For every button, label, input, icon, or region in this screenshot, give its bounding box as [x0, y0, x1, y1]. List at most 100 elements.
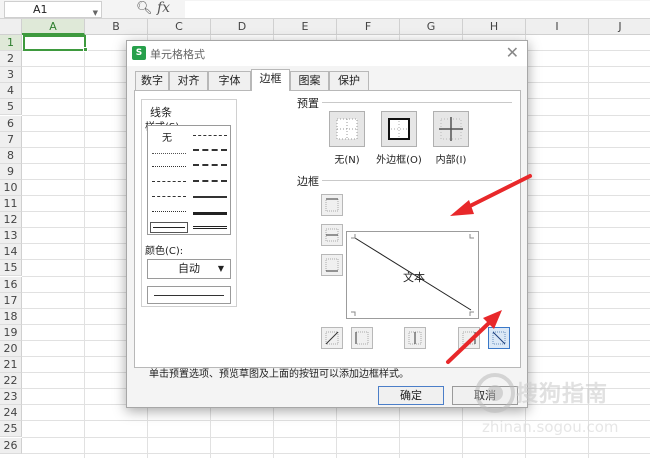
- border-top-button[interactable]: [321, 194, 343, 216]
- line-group: 线条 样式(S): 无 颜色(C):: [141, 99, 237, 307]
- row-header-21[interactable]: 21: [0, 357, 22, 374]
- border-diagonal-down-button[interactable]: [488, 327, 510, 349]
- line-style-option[interactable]: [152, 211, 186, 212]
- line-preview: [147, 286, 231, 304]
- row-header-12[interactable]: 12: [0, 212, 22, 229]
- column-header-i[interactable]: I: [526, 19, 589, 35]
- formula-input[interactable]: [185, 1, 650, 18]
- line-style-option[interactable]: [152, 166, 186, 167]
- border-left-icon: [355, 331, 369, 345]
- line-style-option[interactable]: [193, 196, 227, 198]
- zoom-icon[interactable]: 🔍︎: [136, 1, 153, 16]
- chevron-down-icon: ▼: [217, 264, 224, 273]
- border-inner-horizontal-button[interactable]: [321, 224, 343, 246]
- row-header-25[interactable]: 25: [0, 421, 22, 438]
- row-header-9[interactable]: 9: [0, 163, 22, 180]
- border-tab-panel: 线条 样式(S): 无 颜色(C):: [134, 90, 521, 380]
- column-header-c[interactable]: C: [148, 19, 211, 35]
- line-style-option[interactable]: [193, 180, 227, 182]
- line-style-option[interactable]: [152, 196, 186, 197]
- watermark-url: zhinan.sogou.com: [482, 418, 619, 436]
- preset-inside-icon: [439, 117, 463, 141]
- color-label: 颜色(C):: [145, 246, 184, 257]
- border-preview-area[interactable]: 文本: [346, 231, 479, 319]
- row-header-14[interactable]: 14: [0, 244, 22, 261]
- row-header-3[interactable]: 3: [0, 67, 22, 84]
- border-bottom-icon: [325, 258, 339, 272]
- row-header-6[interactable]: 6: [0, 115, 22, 132]
- preset-outline-button[interactable]: [381, 111, 417, 147]
- fx-icon[interactable]: fx: [157, 0, 170, 16]
- line-style-option[interactable]: [152, 181, 186, 182]
- row-header-8[interactable]: 8: [0, 147, 22, 164]
- column-header-d[interactable]: D: [211, 19, 274, 35]
- border-bottom-button[interactable]: [321, 254, 343, 276]
- column-header-a[interactable]: A: [22, 19, 85, 35]
- row-header-13[interactable]: 13: [0, 228, 22, 245]
- line-style-list[interactable]: 无: [147, 125, 231, 235]
- active-cell[interactable]: [23, 35, 86, 51]
- preset-inside-label: 内部(I): [435, 155, 467, 166]
- line-style-option: [153, 227, 185, 228]
- line-style-none[interactable]: 无: [162, 129, 172, 144]
- fill-handle[interactable]: [83, 47, 88, 52]
- line-style-option[interactable]: [193, 164, 227, 166]
- sogou-logo-icon: [475, 373, 515, 413]
- line-style-option[interactable]: [193, 149, 227, 151]
- row-header-5[interactable]: 5: [0, 99, 22, 116]
- row-header-17[interactable]: 17: [0, 292, 22, 309]
- tab-alignment[interactable]: 对齐: [169, 71, 208, 90]
- presets-title: 预置: [297, 97, 319, 110]
- border-title: 边框: [297, 175, 319, 188]
- column-header-b[interactable]: B: [85, 19, 148, 35]
- row-header-22[interactable]: 22: [0, 373, 22, 390]
- border-right-button[interactable]: [458, 327, 480, 349]
- ok-button[interactable]: 确定: [378, 386, 444, 405]
- line-style-option[interactable]: [193, 226, 227, 229]
- row-header-2[interactable]: 2: [0, 51, 22, 68]
- row-header-10[interactable]: 10: [0, 179, 22, 196]
- select-all-corner[interactable]: [0, 19, 22, 35]
- line-style-option[interactable]: [152, 153, 186, 154]
- row-header-24[interactable]: 24: [0, 405, 22, 422]
- row-header-23[interactable]: 23: [0, 389, 22, 406]
- row-header-1[interactable]: 1: [0, 35, 22, 52]
- column-header-h[interactable]: H: [463, 19, 526, 35]
- row-gridline: [22, 452, 650, 454]
- row-header-15[interactable]: 15: [0, 260, 22, 277]
- column-header-g[interactable]: G: [400, 19, 463, 35]
- line-style-option[interactable]: [193, 212, 227, 215]
- watermark: 搜狗指南 zhinan.sogou.com: [472, 370, 642, 445]
- row-header-19[interactable]: 19: [0, 324, 22, 341]
- name-box[interactable]: A1 ▼: [4, 1, 102, 18]
- line-style-option[interactable]: [193, 135, 227, 136]
- row-header-26[interactable]: 26: [0, 437, 22, 454]
- diagonal-down-icon: [492, 331, 506, 345]
- tab-border[interactable]: 边框: [251, 69, 290, 91]
- row-header-16[interactable]: 16: [0, 276, 22, 293]
- column-header-f[interactable]: F: [337, 19, 400, 35]
- row-header-4[interactable]: 4: [0, 83, 22, 100]
- name-box-value: A1: [33, 3, 48, 16]
- column-header-j[interactable]: J: [589, 19, 650, 35]
- wps-app-icon: S: [132, 46, 146, 60]
- border-left-button[interactable]: [351, 327, 373, 349]
- row-header-18[interactable]: 18: [0, 308, 22, 325]
- row-header-11[interactable]: 11: [0, 196, 22, 213]
- tab-protection[interactable]: 保护: [329, 71, 369, 90]
- border-top-icon: [325, 198, 339, 212]
- border-diagonal-up-button[interactable]: [321, 327, 343, 349]
- row-header-20[interactable]: 20: [0, 340, 22, 357]
- tab-font[interactable]: 字体: [208, 71, 251, 90]
- border-inner-horizontal-icon: [325, 228, 339, 242]
- close-icon[interactable]: ✕: [506, 43, 519, 62]
- row-header-7[interactable]: 7: [0, 131, 22, 148]
- color-select[interactable]: 自动 ▼: [147, 259, 231, 279]
- border-inner-vertical-button[interactable]: [404, 327, 426, 349]
- column-header-e[interactable]: E: [274, 19, 337, 35]
- preset-none-button[interactable]: [329, 111, 365, 147]
- tab-number[interactable]: 数字: [135, 71, 169, 90]
- tab-pattern[interactable]: 图案: [290, 71, 329, 90]
- preset-outline-label: 外边框(O): [376, 155, 422, 166]
- preset-inside-button[interactable]: [433, 111, 469, 147]
